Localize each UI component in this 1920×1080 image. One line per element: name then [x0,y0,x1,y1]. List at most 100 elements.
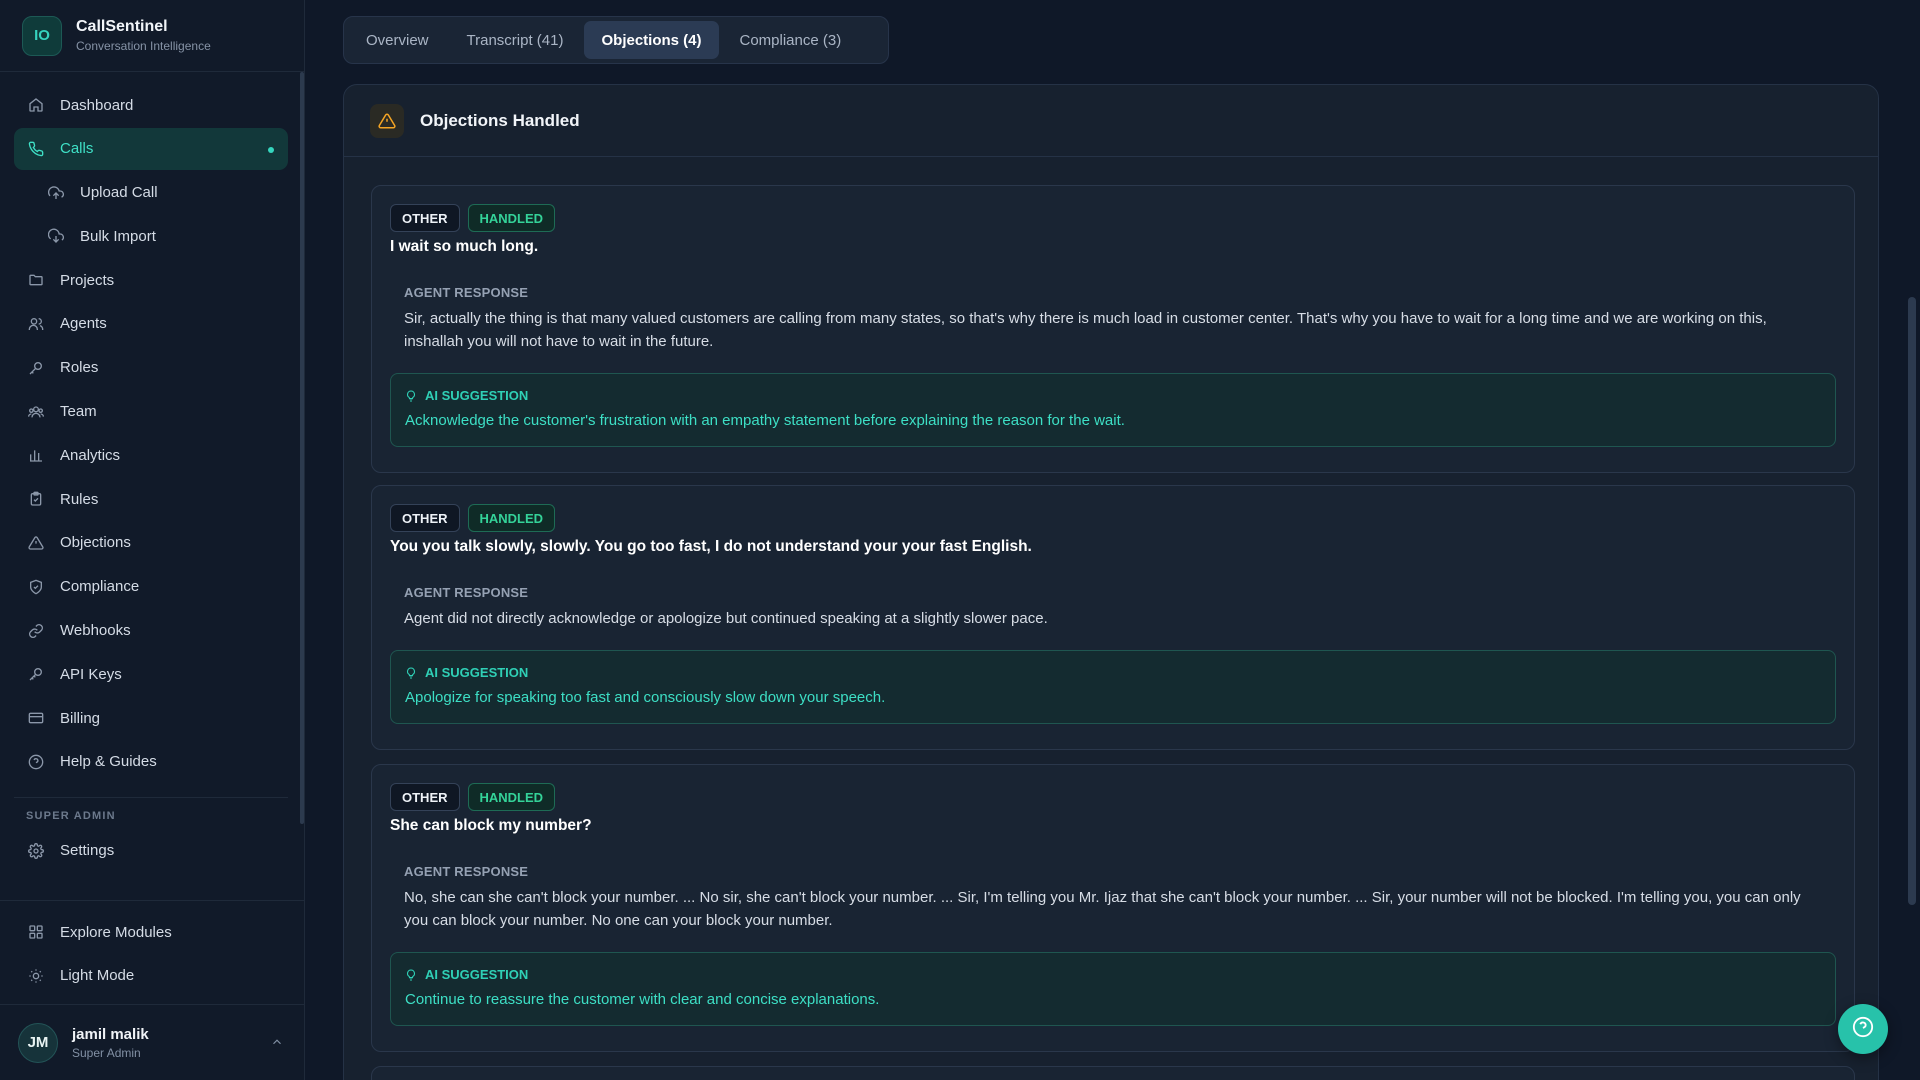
tab-objections[interactable]: Objections (4) [584,21,719,59]
sidebar-item-billing[interactable]: Billing [14,697,288,739]
sidebar: IO CallSentinel Conversation Intelligenc… [0,0,305,1080]
objection-text: You you talk slowly, slowly. You go too … [390,538,1032,555]
objection-type-badge: OTHER [390,504,460,532]
sidebar-item-label: Team [60,403,97,421]
sidebar-item-label: Agents [60,315,107,333]
avatar: JM [18,1022,58,1063]
sidebar-item-label: API Keys [60,665,122,683]
objection-card: OTHER HANDLED You you talk slowly, slowl… [371,485,1855,750]
key-icon [26,358,46,378]
sidebar-item-projects[interactable]: Projects [14,259,288,301]
sidebar-item-webhooks[interactable]: Webhooks [14,610,288,652]
agent-response-label: AGENT RESPONSE [404,285,529,300]
sidebar-item-bulk-import[interactable]: Bulk Import [14,215,288,257]
sidebar-section-label: SUPER ADMIN [26,809,116,822]
sidebar-item-label: Explore Modules [60,923,172,941]
user-menu[interactable]: JM jamil malik Super Admin [0,1004,304,1080]
ai-suggestion-text: Apologize for speaking too fast and cons… [405,689,886,706]
folder-icon [26,270,46,290]
sidebar-item-settings[interactable]: Settings [14,830,288,872]
main-content: Overview Transcript (41) Objections (4) … [305,0,1905,1080]
sidebar-scrollbar[interactable] [300,72,304,824]
api-key-icon [26,664,46,684]
sidebar-item-analytics[interactable]: Analytics [14,434,288,476]
main-scrollbar[interactable] [1908,297,1916,905]
sidebar-item-label: Roles [60,359,99,377]
sidebar-item-upload-call[interactable]: Upload Call [14,172,288,214]
ai-suggestion-label: AI SUGGESTION [425,665,529,680]
clipboard-icon [26,489,46,509]
warning-icon [26,533,46,553]
sidebar-item-agents[interactable]: Agents [14,303,288,345]
brand[interactable]: IO CallSentinel Conversation Intelligenc… [0,0,304,72]
warning-icon [370,103,404,138]
sidebar-nav: Dashboard Calls Upload Call Bulk Import [14,84,288,874]
sidebar-item-label: Upload Call [80,184,158,202]
upload-cloud-icon [46,183,66,203]
sidebar-item-dashboard[interactable]: Dashboard [14,84,288,126]
sidebar-item-label: Compliance [60,578,140,596]
user-role: Super Admin [72,1045,141,1060]
lightbulb-icon [405,389,417,403]
sidebar-item-label: Webhooks [60,622,131,640]
status-badge: HANDLED [467,783,556,811]
ai-suggestion-text: Acknowledge the customer's frustration w… [405,412,1125,429]
sidebar-bottom-nav: Explore Modules Light Mode [0,900,304,999]
bar-chart-icon [26,445,46,465]
tab-compliance[interactable]: Compliance (3) [723,21,859,59]
sidebar-divider [14,796,288,798]
sidebar-item-api-keys[interactable]: API Keys [14,653,288,695]
brand-name: CallSentinel [76,18,168,35]
ai-suggestion-label: AI SUGGESTION [425,388,529,403]
help-button[interactable] [1838,1004,1888,1054]
ai-suggestion-box: AI SUGGESTION Continue to reassure the c… [390,952,1836,1026]
sidebar-item-explore-modules[interactable]: Explore Modules [14,911,290,953]
brand-subtitle: Conversation Intelligence [76,39,211,53]
objection-text: She can block my number? [390,817,592,834]
brand-logo: IO [22,15,62,56]
sidebar-item-label: Billing [60,709,101,727]
status-badge: HANDLED [467,204,556,232]
sidebar-item-label: Projects [60,271,115,289]
link-icon [26,621,46,641]
chevron-up-icon[interactable] [270,1035,284,1054]
help-circle-icon [26,752,46,772]
sidebar-item-objections[interactable]: Objections [14,522,288,564]
objection-card: OTHER HANDLED She can block my number? A… [371,764,1855,1052]
sidebar-item-label: Settings [60,842,115,860]
sidebar-item-label: Rules [60,490,99,508]
grid-icon [26,922,46,942]
sidebar-item-team[interactable]: Team [14,391,288,433]
gear-icon [26,841,46,861]
users-icon [26,314,46,334]
ai-suggestion-box: AI SUGGESTION Acknowledge the customer's… [390,373,1836,447]
shield-icon [26,577,46,597]
ai-suggestion-label: AI SUGGESTION [425,967,529,982]
sidebar-item-roles[interactable]: Roles [14,347,288,389]
objection-card [371,1066,1855,1080]
sidebar-item-help-guides[interactable]: Help & Guides [14,741,288,783]
sidebar-item-calls[interactable]: Calls [14,127,288,170]
tab-bar: Overview Transcript (41) Objections (4) … [343,16,889,64]
sidebar-item-label: Bulk Import [80,227,156,245]
sidebar-item-label: Dashboard [60,96,134,114]
panel-title: Objections Handled [420,110,580,130]
download-cloud-icon [46,226,66,246]
home-icon [26,95,46,115]
help-circle-icon [1852,1016,1874,1043]
sidebar-item-compliance[interactable]: Compliance [14,566,288,608]
sidebar-item-rules[interactable]: Rules [14,478,288,520]
objection-type-badge: OTHER [390,783,460,811]
lightbulb-icon [405,666,417,680]
ai-suggestion-box: AI SUGGESTION Apologize for speaking too… [390,650,1836,724]
sidebar-item-label: Calls [60,140,94,158]
ai-suggestion-text: Continue to reassure the customer with c… [405,991,880,1008]
active-indicator-dot [268,146,274,153]
sidebar-item-label: Objections [60,534,131,552]
agent-response-text: Sir, actually the thing is that many val… [404,310,1767,350]
sidebar-item-label: Help & Guides [60,753,157,771]
objections-panel: Objections Handled OTHER HANDLED I wait … [343,84,1879,1080]
tab-transcript[interactable]: Transcript (41) [450,21,581,59]
sidebar-item-light-mode[interactable]: Light Mode [14,955,290,997]
tab-overview[interactable]: Overview [349,21,446,59]
